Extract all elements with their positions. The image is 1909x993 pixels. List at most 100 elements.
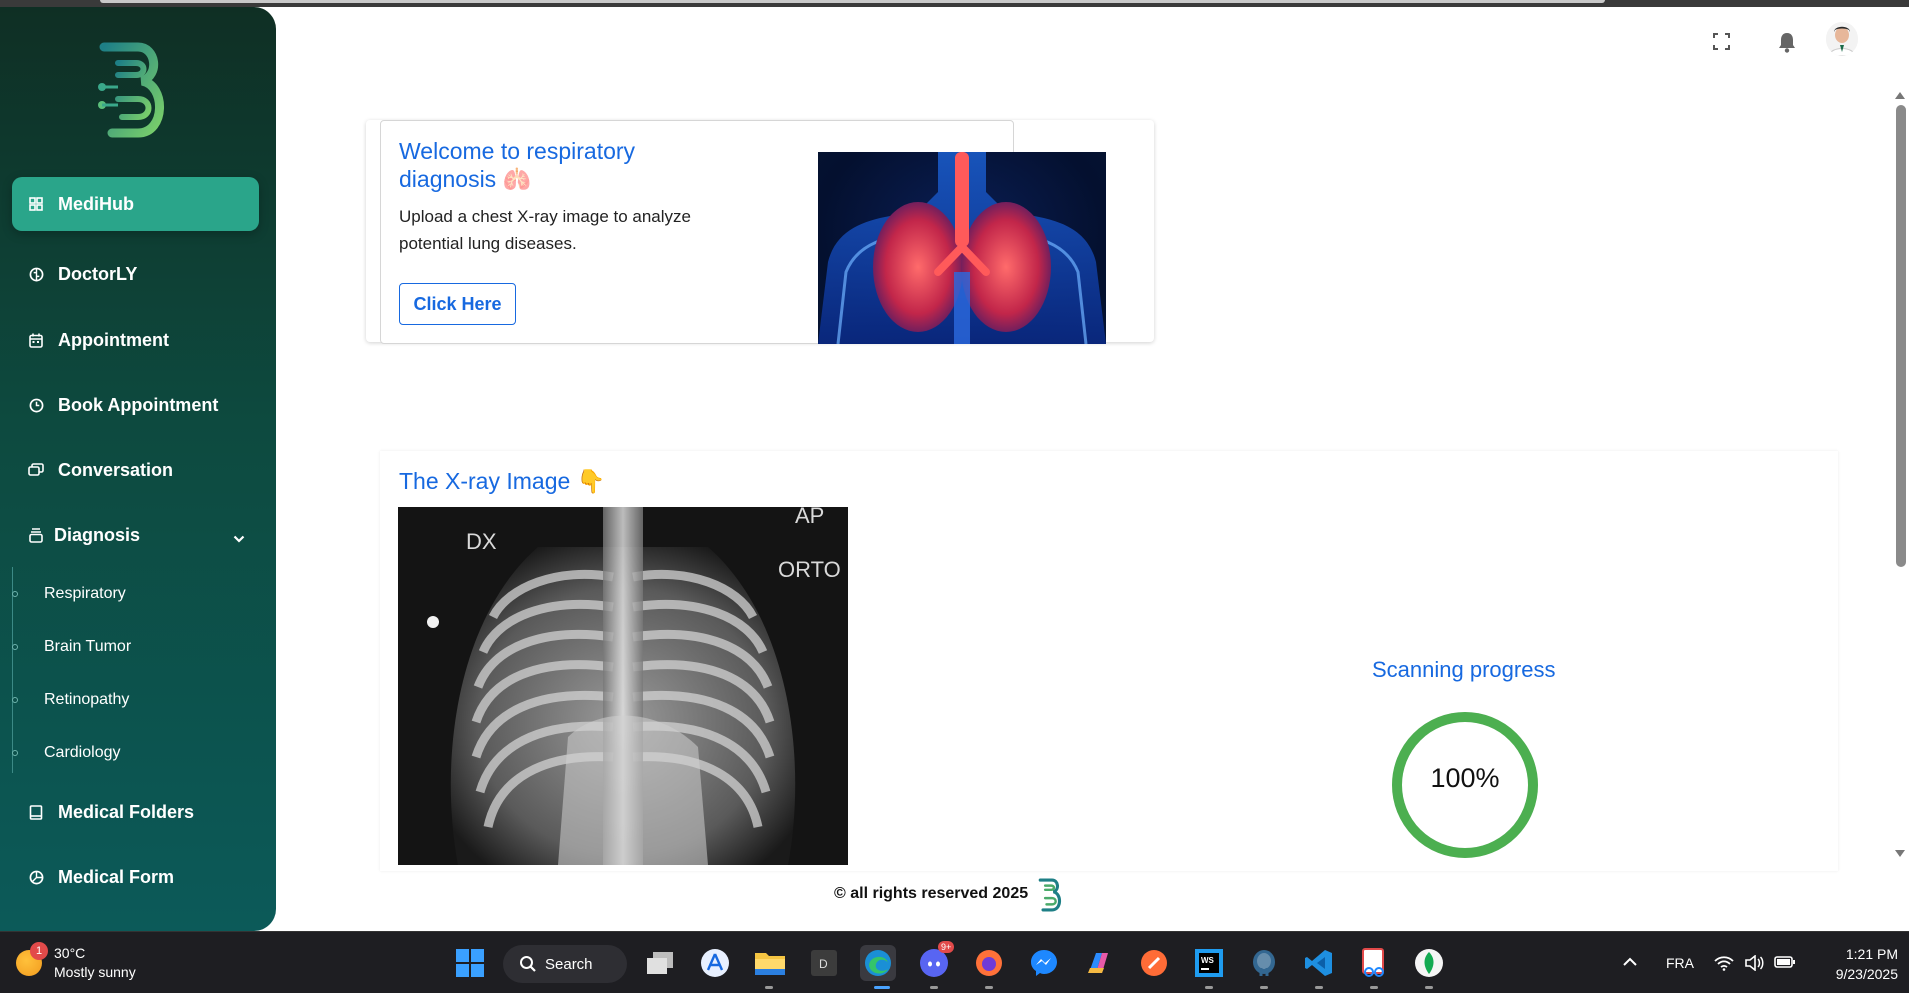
- svg-text:D: D: [819, 957, 828, 971]
- postman-icon[interactable]: [1136, 945, 1172, 981]
- language-indicator[interactable]: FRA: [1666, 955, 1694, 971]
- snipping-tool-icon[interactable]: [1356, 945, 1392, 981]
- bell-icon[interactable]: [1777, 31, 1797, 58]
- submenu-item-label: Cardiology: [44, 744, 121, 761]
- submenu-item-label: Retinopathy: [44, 691, 130, 708]
- sidebar-item-label: Appointment: [58, 329, 169, 350]
- running-indicator: [1370, 986, 1378, 989]
- discord-icon[interactable]: 9+: [916, 941, 955, 981]
- sidebar: MediHub DoctorLY Appointment Book Appoin…: [0, 7, 276, 931]
- running-indicator: [985, 986, 993, 989]
- volume-icon[interactable]: [1744, 954, 1764, 974]
- submenu-guide-line: [12, 567, 13, 773]
- taskbar-search[interactable]: Search: [503, 945, 627, 983]
- running-indicator: [930, 986, 938, 989]
- calendar-icon: [28, 332, 44, 348]
- sidebar-item-appointment[interactable]: Appointment: [12, 313, 259, 367]
- mongodb-icon[interactable]: [1411, 945, 1447, 981]
- browser-top-strip: [0, 0, 1909, 7]
- system-clock[interactable]: 1:21 PM 9/23/2025: [1800, 944, 1898, 984]
- scanning-progress-title: Scanning progress: [1372, 657, 1556, 682]
- windows-start-icon[interactable]: [452, 945, 488, 981]
- postgresql-icon[interactable]: [1246, 945, 1282, 981]
- running-indicator: [765, 986, 773, 989]
- firefox-icon[interactable]: [971, 945, 1007, 981]
- brain-icon: [28, 266, 44, 282]
- sidebar-item-label: Diagnosis: [54, 524, 141, 545]
- weather-desc: Mostly sunny: [54, 964, 136, 980]
- submenu-item-label: Brain Tumor: [44, 638, 132, 655]
- app-store-icon[interactable]: [697, 945, 733, 981]
- sidebar-item-diagnosis[interactable]: Diagnosis: [12, 508, 259, 562]
- chat-icon: [28, 462, 44, 478]
- weather-temp: 30°C: [54, 945, 86, 961]
- progress-value: 100%: [1430, 763, 1500, 793]
- clock-date: 9/23/2025: [1835, 966, 1898, 982]
- clock-icon: [28, 397, 44, 413]
- submenu-item-brain-tumor[interactable]: Brain Tumor: [12, 638, 132, 656]
- submenu-item-cardiology[interactable]: Cardiology: [12, 744, 121, 762]
- discord-badge: 9+: [938, 941, 955, 953]
- sidebar-item-medihub[interactable]: MediHub: [12, 177, 259, 231]
- search-icon: [520, 956, 536, 972]
- clock-time: 1:21 PM: [1845, 946, 1898, 962]
- avatar[interactable]: [1826, 22, 1858, 56]
- sidebar-item-conversation[interactable]: Conversation: [12, 443, 259, 497]
- sidebar-item-medical-folders[interactable]: Medical Folders: [12, 785, 259, 839]
- file-explorer-icon[interactable]: [752, 945, 788, 981]
- tab-indicator: [100, 0, 1605, 3]
- submenu-item-label: Respiratory: [44, 585, 126, 602]
- weather-widget[interactable]: 1 30°C Mostly sunny: [16, 942, 166, 982]
- sidebar-item-book-appointment[interactable]: Book Appointment: [12, 378, 259, 432]
- chevron-up-icon[interactable]: [1622, 955, 1638, 971]
- bullet-icon: [12, 750, 18, 756]
- vscode-icon[interactable]: [1301, 945, 1337, 981]
- battery-icon[interactable]: [1774, 955, 1796, 972]
- running-indicator: [1425, 986, 1433, 989]
- task-view-icon[interactable]: [642, 945, 678, 981]
- app-logo[interactable]: [94, 41, 176, 139]
- bullet-icon: [12, 697, 18, 703]
- grid-icon: [28, 196, 44, 212]
- bullet-icon: [12, 591, 18, 597]
- xray-image: DX AP ORTO: [398, 507, 848, 865]
- active-indicator: [874, 986, 890, 989]
- sidebar-item-label: DoctorLY: [58, 263, 138, 284]
- copilot-icon[interactable]: [1081, 945, 1117, 981]
- footer-copyright: © all rights reserved 2025: [834, 885, 1029, 902]
- xray-title: The X-ray Image 👇: [399, 468, 606, 494]
- running-indicator: [1315, 986, 1323, 989]
- edge-browser-icon[interactable]: [860, 945, 896, 981]
- bullet-icon: [12, 644, 18, 650]
- welcome-description: Upload a chest X-ray image to analyze po…: [399, 207, 691, 253]
- welcome-title: Welcome to respiratory diagnosis 🫁: [399, 138, 636, 192]
- chevron-down-icon[interactable]: [233, 527, 245, 548]
- pie-icon: [28, 869, 44, 885]
- sidebar-item-label: Medical Folders: [58, 801, 195, 822]
- dev-app-icon[interactable]: D: [806, 945, 842, 981]
- xray-label-ap: AP: [795, 507, 825, 528]
- search-label: Search: [545, 955, 593, 973]
- lungs-illustration: [818, 152, 1106, 344]
- fullscreen-icon[interactable]: [1713, 33, 1730, 55]
- webstorm-icon[interactable]: WS: [1191, 945, 1227, 981]
- scrollbar-thumb[interactable]: [1896, 105, 1906, 567]
- sidebar-item-doctorly[interactable]: DoctorLY: [12, 247, 259, 301]
- folder-icon: [28, 804, 44, 820]
- xray-label-dx: DX: [466, 529, 497, 554]
- sidebar-item-medical-form[interactable]: Medical Form: [12, 850, 259, 904]
- wifi-icon[interactable]: [1714, 955, 1734, 974]
- messenger-icon[interactable]: [1026, 945, 1062, 981]
- click-here-button[interactable]: Click Here: [399, 283, 516, 325]
- sidebar-item-label: Medical Form: [58, 866, 175, 887]
- sidebar-item-label: Conversation: [58, 459, 174, 480]
- sidebar-item-label: MediHub: [58, 193, 134, 214]
- xray-label-orto: ORTO: [778, 557, 841, 582]
- submenu-item-retinopathy[interactable]: Retinopathy: [12, 691, 130, 709]
- notification-badge: 1: [30, 942, 48, 960]
- footer-logo: [1038, 878, 1062, 912]
- sidebar-item-label: Book Appointment: [58, 394, 219, 415]
- stack-icon: [28, 527, 44, 543]
- running-indicator: [1205, 986, 1213, 989]
- submenu-item-respiratory[interactable]: Respiratory: [12, 585, 126, 603]
